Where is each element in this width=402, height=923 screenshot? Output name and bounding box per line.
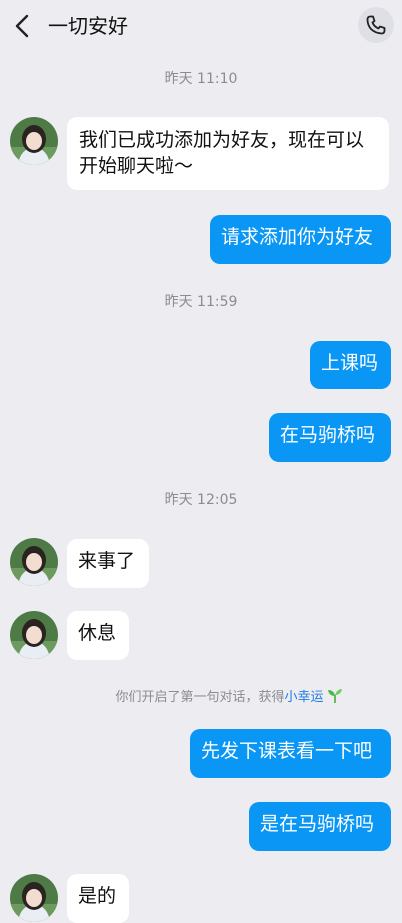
message-bubble[interactable]: 先发下课表看一下吧 [190, 729, 391, 778]
message-bubble[interactable]: 上课吗 [310, 341, 391, 389]
avatar[interactable] [10, 874, 58, 922]
phone-icon [366, 15, 386, 35]
system-notice-text: 你们开启了第一句对话，获得 [115, 690, 285, 705]
message-bubble[interactable]: 是的 [67, 874, 129, 923]
chat-title: 一切安好 [48, 14, 128, 38]
message-bubble[interactable]: 来事了 [67, 539, 149, 588]
timestamp: 昨天 12:05 [164, 492, 238, 508]
chat-header: 一切安好 [0, 0, 402, 52]
message-bubble[interactable]: 休息 [67, 611, 129, 660]
system-notice: 你们开启了第一句对话，获得小幸运 [0, 688, 402, 707]
message-bubble[interactable]: 请求添加你为好友 [210, 215, 391, 264]
sprout-icon [327, 689, 342, 703]
avatar[interactable] [10, 611, 58, 659]
timestamp: 昨天 11:10 [164, 71, 238, 87]
avatar[interactable] [10, 538, 58, 586]
timestamp: 昨天 11:59 [164, 294, 238, 310]
call-button[interactable] [358, 7, 394, 43]
chevron-left-icon [15, 14, 29, 38]
message-bubble[interactable]: 是在马驹桥吗 [249, 802, 391, 851]
message-bubble[interactable]: 在马驹桥吗 [269, 413, 391, 462]
avatar[interactable] [10, 117, 58, 165]
message-bubble[interactable]: 我们已成功添加为好友，现在可以开始聊天啦～ [67, 117, 389, 190]
lucky-link[interactable]: 小幸运 [285, 690, 324, 705]
back-button[interactable] [10, 12, 36, 40]
